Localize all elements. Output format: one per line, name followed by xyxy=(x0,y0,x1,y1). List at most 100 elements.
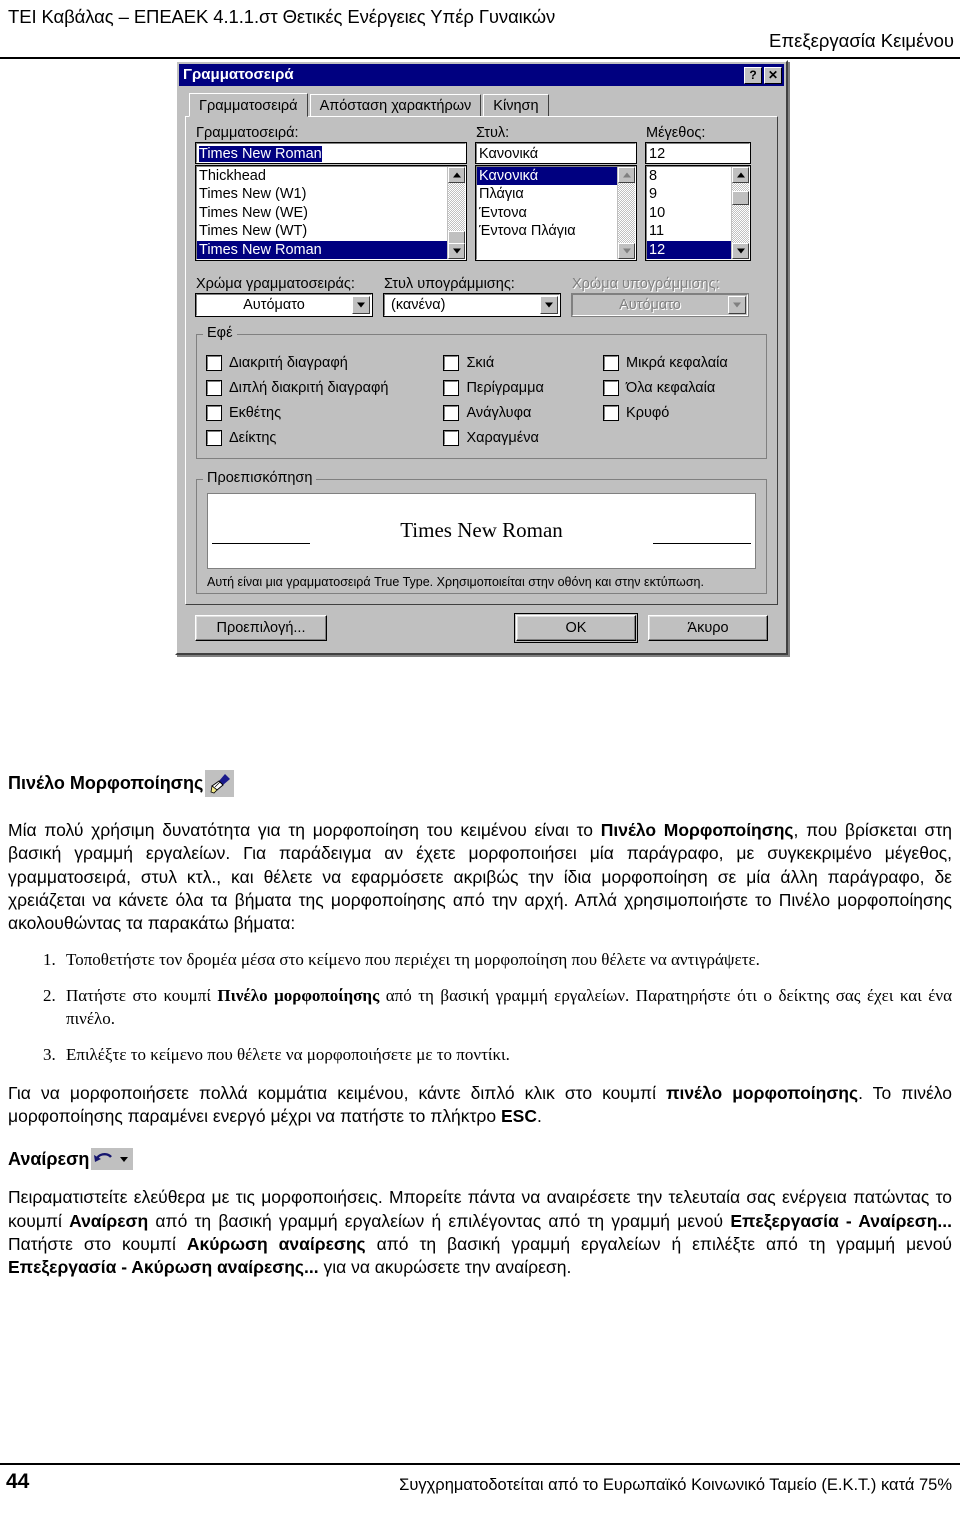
font-input-value: Times New Roman xyxy=(199,146,322,162)
checkbox-subscript[interactable]: Δείκτης xyxy=(206,425,444,450)
underline-style-combo[interactable]: (κανένα) xyxy=(383,293,561,317)
checkbox-icon[interactable] xyxy=(603,379,620,396)
font-color-combo[interactable]: Αυτόματο xyxy=(195,293,373,317)
font-listbox[interactable]: Thickhead Times New (W1) Times New (WE) … xyxy=(195,165,467,261)
checkbox-icon[interactable] xyxy=(443,404,460,421)
tab-character-spacing[interactable]: Απόσταση χαρακτήρων xyxy=(309,94,482,116)
font-input[interactable]: Times New Roman xyxy=(195,142,467,164)
cancel-button[interactable]: Άκυρο xyxy=(648,615,768,641)
scroll-track[interactable] xyxy=(618,183,635,243)
chevron-down-icon[interactable] xyxy=(540,296,558,314)
header-divider xyxy=(0,57,960,59)
list-item: Πατήστε στο κουμπί Πινέλο μορφοποίησης α… xyxy=(60,985,952,1029)
checkbox-icon[interactable] xyxy=(443,429,460,446)
checkbox-label: Σκιά xyxy=(466,354,495,371)
list-item[interactable]: Times New (WE) xyxy=(197,204,447,222)
document-body: Πινέλο Μορφοποίησης Μία πολύ χρήσιμη δυν… xyxy=(8,770,952,1279)
help-icon[interactable]: ? xyxy=(744,66,762,84)
p2-bold-1: πινέλο μορφοποίησης xyxy=(666,1082,859,1103)
checkbox-double-strikethrough[interactable]: Διπλή διακριτή διαγραφή xyxy=(206,375,444,400)
list-item[interactable]: 9 xyxy=(647,185,731,203)
underline-color-combo: Αυτόματο xyxy=(571,293,749,317)
checkbox-icon[interactable] xyxy=(206,429,222,446)
style-input[interactable]: Κανονικά xyxy=(475,142,637,164)
footer-divider xyxy=(0,1463,960,1465)
checkbox-icon[interactable] xyxy=(206,354,222,371)
step-2-bold: Πινέλο μορφοποίησης xyxy=(217,986,380,1006)
chevron-down-icon[interactable] xyxy=(352,296,370,314)
list-item[interactable]: Έντονα xyxy=(477,204,617,222)
step-2-part-a: Πατήστε στο κουμπί xyxy=(66,986,218,1006)
checkbox-label: Διακριτή διαγραφή xyxy=(229,354,348,371)
scroll-up-arrow-icon[interactable] xyxy=(618,167,635,183)
size-list-scrollbar[interactable] xyxy=(731,167,749,259)
dialog-title: Γραμματοσειρά xyxy=(183,66,294,83)
ok-button[interactable]: OK xyxy=(514,613,638,643)
list-item-selected[interactable]: Κανονικά xyxy=(477,167,617,186)
scroll-down-arrow-icon[interactable] xyxy=(448,243,465,259)
style-listbox[interactable]: Κανονικά Πλάγια Έντονα Έντονα Πλάγια xyxy=(475,165,637,261)
size-column: Μέγεθος: 12 8 9 10 11 12 xyxy=(645,125,751,261)
tab-character-spacing-label: Απόσταση χαρακτήρων xyxy=(319,98,472,114)
scroll-down-arrow-icon[interactable] xyxy=(732,243,749,259)
checkbox-icon[interactable] xyxy=(443,354,460,371)
list-item[interactable]: 10 xyxy=(647,204,731,222)
font-style-size-row: Γραμματοσειρά: Times New Roman Thickhead… xyxy=(195,125,767,261)
list-item[interactable]: Times New (W1) xyxy=(197,185,447,203)
paintbrush-icon xyxy=(205,770,235,797)
section-heading-label: Πινέλο Μορφοποίησης xyxy=(8,773,204,793)
size-listbox[interactable]: 8 9 10 11 12 xyxy=(645,165,751,261)
tab-font-label: Γραμματοσειρά xyxy=(199,98,298,114)
scroll-down-arrow-icon[interactable] xyxy=(618,243,635,259)
scroll-up-arrow-icon[interactable] xyxy=(732,167,749,183)
list-item[interactable]: Times New (WT) xyxy=(197,222,447,240)
close-icon[interactable]: ✕ xyxy=(764,66,782,84)
checkbox-label: Ανάγλυφα xyxy=(466,404,532,421)
scroll-track[interactable] xyxy=(732,183,749,243)
list-item[interactable]: Έντονα Πλάγια xyxy=(477,222,617,240)
list-item[interactable]: Thickhead xyxy=(197,167,447,185)
tab-animation[interactable]: Κίνηση xyxy=(483,94,549,116)
p3-part-i: για να ακυρώσετε την αναίρεση. xyxy=(318,1257,572,1278)
preview-sample-text: Times New Roman xyxy=(400,518,563,542)
checkbox-hidden[interactable]: Κρυφό xyxy=(603,400,756,425)
size-label: Μέγεθος: xyxy=(646,125,706,141)
size-input-value: 12 xyxy=(649,146,666,162)
checkbox-icon[interactable] xyxy=(443,379,460,396)
size-list-items: 8 9 10 11 12 xyxy=(647,167,731,259)
list-item[interactable]: 11 xyxy=(647,222,731,240)
list-item-selected[interactable]: Times New Roman xyxy=(197,240,447,259)
preview-group-title: Προεπισκόπηση xyxy=(203,470,317,486)
size-input[interactable]: 12 xyxy=(645,142,751,164)
scroll-up-arrow-icon[interactable] xyxy=(448,167,465,183)
checkbox-small-caps[interactable]: Μικρά κεφαλαία xyxy=(603,350,756,375)
style-list-scrollbar[interactable] xyxy=(617,167,635,259)
underline-style-value: (κανένα) xyxy=(391,297,446,313)
list-item-selected[interactable]: 12 xyxy=(647,240,731,259)
paragraph-double-click-note: Για να μορφοποιήσετε πολλά κομμάτια κειμ… xyxy=(8,1082,952,1129)
checkbox-icon[interactable] xyxy=(206,404,222,421)
dialog-tabs: Γραμματοσειρά Απόσταση χαρακτήρων Κίνηση xyxy=(189,92,778,117)
checkbox-icon[interactable] xyxy=(603,404,620,421)
underline-style-column: Στυλ υπογράμμισης: (κανένα) xyxy=(383,276,561,317)
scroll-track[interactable] xyxy=(448,183,465,245)
checkbox-strikethrough[interactable]: Διακριτή διαγραφή xyxy=(206,350,444,375)
undo-icon xyxy=(91,1148,134,1171)
font-list-scrollbar[interactable] xyxy=(447,167,465,259)
checkbox-icon[interactable] xyxy=(206,379,222,396)
checkbox-engrave[interactable]: Χαραγμένα xyxy=(443,425,604,450)
tab-font[interactable]: Γραμματοσειρά xyxy=(189,93,308,117)
scroll-thumb[interactable] xyxy=(732,191,749,205)
checkbox-superscript[interactable]: Εκθέτης xyxy=(206,400,444,425)
list-item[interactable]: Πλάγια xyxy=(477,185,617,203)
style-label-text: Στυλ: xyxy=(476,125,510,141)
list-item[interactable]: 8 xyxy=(647,167,731,185)
effects-group-title: Εφέ xyxy=(203,325,237,341)
checkbox-label: Διπλή διακριτή διαγραφή xyxy=(229,379,389,396)
checkbox-all-caps[interactable]: Όλα κεφαλαία xyxy=(603,375,756,400)
checkbox-shadow[interactable]: Σκιά xyxy=(443,350,604,375)
default-button[interactable]: Προεπιλογή... xyxy=(195,615,327,641)
checkbox-icon[interactable] xyxy=(603,354,620,371)
checkbox-outline[interactable]: Περίγραμμα xyxy=(443,375,604,400)
checkbox-emboss[interactable]: Ανάγλυφα xyxy=(443,400,604,425)
